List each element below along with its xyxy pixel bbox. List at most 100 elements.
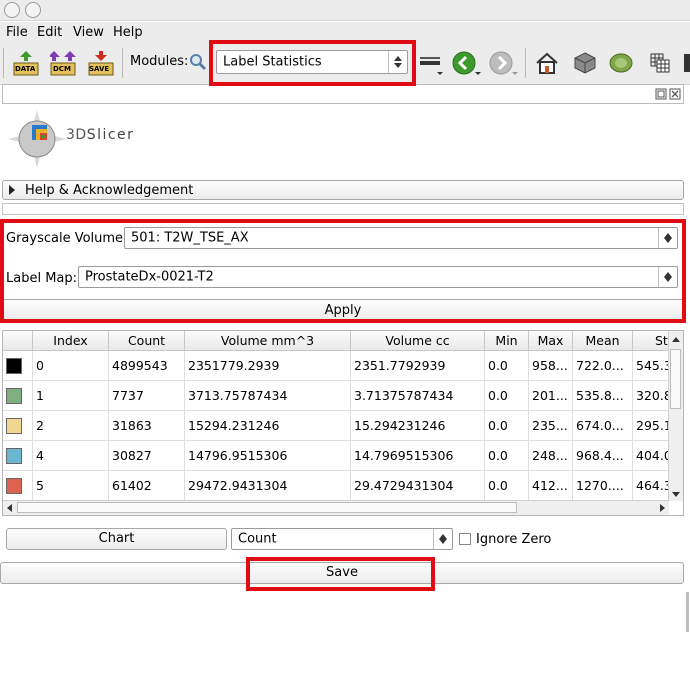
scroll-up-icon[interactable] xyxy=(672,337,680,342)
volumes-module-icon[interactable] xyxy=(608,51,634,75)
table-cell[interactable]: 0.0 xyxy=(485,351,529,381)
table-horizontal-scrollbar[interactable] xyxy=(3,500,669,515)
header-volume-mm3[interactable]: Volume mm^3 xyxy=(185,331,351,351)
scroll-right-icon[interactable] xyxy=(660,504,665,512)
table-cell[interactable]: 15294.231246 xyxy=(185,411,351,441)
table-cell[interactable]: 61402 xyxy=(109,471,185,501)
chart-type-value: Count xyxy=(238,531,277,547)
menu-view[interactable]: View xyxy=(73,25,104,40)
load-data-button[interactable]: DATA xyxy=(13,50,39,76)
header-mean[interactable]: Mean xyxy=(573,331,633,351)
module-selector[interactable]: Label Statistics xyxy=(216,50,408,74)
back-dropdown-icon[interactable] xyxy=(475,72,481,75)
home-icon[interactable] xyxy=(535,51,559,75)
window-menu-icon[interactable] xyxy=(25,2,41,18)
header-volume-cc[interactable]: Volume cc xyxy=(351,331,485,351)
back-arrow-icon[interactable] xyxy=(452,51,476,75)
table-cell[interactable]: 7737 xyxy=(109,381,185,411)
table-cell[interactable]: 2351.7792939 xyxy=(351,351,485,381)
table-row-color-cell[interactable] xyxy=(3,351,33,381)
table-cell[interactable]: 968.4... xyxy=(573,441,633,471)
grayscale-volume-selector[interactable]: 501: T2W_TSE_AX xyxy=(124,227,678,249)
header-count[interactable]: Count xyxy=(109,331,185,351)
table-cell[interactable]: 0.0 xyxy=(485,441,529,471)
module-panel-header xyxy=(2,84,684,104)
panel-splitter-handle[interactable] xyxy=(686,592,689,632)
table-cell[interactable]: 412... xyxy=(529,471,573,501)
table-cell[interactable]: 3713.75787434 xyxy=(185,381,351,411)
forward-arrow-icon[interactable] xyxy=(489,51,513,75)
module-selector-value: Label Statistics xyxy=(223,54,322,70)
table-cell[interactable]: 14796.9515306 xyxy=(185,441,351,471)
table-row-color-cell[interactable] xyxy=(3,471,33,501)
table-cell[interactable]: 29472.9431304 xyxy=(185,471,351,501)
label-map-selector[interactable]: ProstateDx-0021-T2 xyxy=(78,266,678,288)
menu-help[interactable]: Help xyxy=(113,25,143,40)
toolbar-overflow-button[interactable] xyxy=(684,54,690,72)
module-history-dropdown-icon[interactable] xyxy=(437,72,443,75)
table-cell[interactable]: 30827 xyxy=(109,441,185,471)
table-cell[interactable]: 0.0 xyxy=(485,471,529,501)
table-cell[interactable]: 4 xyxy=(33,441,109,471)
models-module-icon[interactable] xyxy=(648,51,672,75)
header-min[interactable]: Min xyxy=(485,331,529,351)
load-dicom-button[interactable]: DCM xyxy=(48,50,76,76)
table-cell[interactable]: 2 xyxy=(33,411,109,441)
horizontal-scroll-thumb[interactable] xyxy=(17,502,517,513)
load-dicom-label: DCM xyxy=(53,65,71,73)
table-cell[interactable]: 674.0... xyxy=(573,411,633,441)
table-cell[interactable]: 320.8... xyxy=(633,381,669,411)
help-acknowledgement-section[interactable]: Help & Acknowledgement xyxy=(2,180,684,200)
table-cell[interactable]: 3.71375787434 xyxy=(351,381,485,411)
table-cell[interactable]: 535.8... xyxy=(573,381,633,411)
save-button[interactable]: Save xyxy=(0,562,684,584)
forward-dropdown-icon[interactable] xyxy=(512,72,518,75)
menu-file[interactable]: File xyxy=(6,25,28,40)
chart-button[interactable]: Chart xyxy=(6,528,227,550)
table-cell[interactable]: 15.294231246 xyxy=(351,411,485,441)
table-cell[interactable]: 248... xyxy=(529,441,573,471)
label-color-swatch xyxy=(6,448,22,464)
table-vertical-scrollbar[interactable] xyxy=(668,331,683,501)
header-stddev[interactable]: StdDev xyxy=(633,331,669,351)
close-panel-icon[interactable] xyxy=(669,88,681,100)
table-cell[interactable]: 14.7969515306 xyxy=(351,441,485,471)
table-cell[interactable]: 722.0... xyxy=(573,351,633,381)
table-row-color-cell[interactable] xyxy=(3,381,33,411)
table-cell[interactable]: 4899543 xyxy=(109,351,185,381)
table-cell[interactable]: 545.3... xyxy=(633,351,669,381)
table-cell[interactable]: 295.1... xyxy=(633,411,669,441)
table-cell[interactable]: 464.3... xyxy=(633,471,669,501)
table-cell[interactable]: 0.0 xyxy=(485,411,529,441)
table-cell[interactable]: 1270.... xyxy=(573,471,633,501)
table-cell[interactable]: 0.0 xyxy=(485,381,529,411)
table-cell[interactable]: 1 xyxy=(33,381,109,411)
table-cell[interactable]: 404.0... xyxy=(633,441,669,471)
chart-type-selector[interactable]: Count xyxy=(231,528,453,550)
vertical-scroll-thumb[interactable] xyxy=(670,349,681,409)
table-cell[interactable]: 5 xyxy=(33,471,109,501)
header-index[interactable]: Index xyxy=(33,331,109,351)
module-search-icon[interactable] xyxy=(189,53,207,71)
table-cell[interactable]: 31863 xyxy=(109,411,185,441)
table-cell[interactable]: 201... xyxy=(529,381,573,411)
save-data-button[interactable]: SAVE xyxy=(88,50,114,76)
header-color[interactable] xyxy=(3,331,33,351)
table-cell[interactable]: 29.4729431304 xyxy=(351,471,485,501)
label-color-swatch xyxy=(6,358,22,374)
table-cell[interactable]: 2351779.2939 xyxy=(185,351,351,381)
table-cell[interactable]: 0 xyxy=(33,351,109,381)
module-history-button[interactable] xyxy=(420,57,440,69)
data-module-cube-icon[interactable] xyxy=(573,51,597,75)
table-row-color-cell[interactable] xyxy=(3,441,33,471)
undock-panel-icon[interactable] xyxy=(655,88,667,100)
scroll-left-icon[interactable] xyxy=(7,504,12,512)
ignore-zero-checkbox[interactable] xyxy=(459,533,471,545)
header-max[interactable]: Max xyxy=(529,331,573,351)
menu-edit[interactable]: Edit xyxy=(37,25,62,40)
scroll-down-icon[interactable] xyxy=(672,492,680,497)
table-cell[interactable]: 958... xyxy=(529,351,573,381)
table-cell[interactable]: 235... xyxy=(529,411,573,441)
apply-button[interactable]: Apply xyxy=(2,299,684,321)
table-row-color-cell[interactable] xyxy=(3,411,33,441)
